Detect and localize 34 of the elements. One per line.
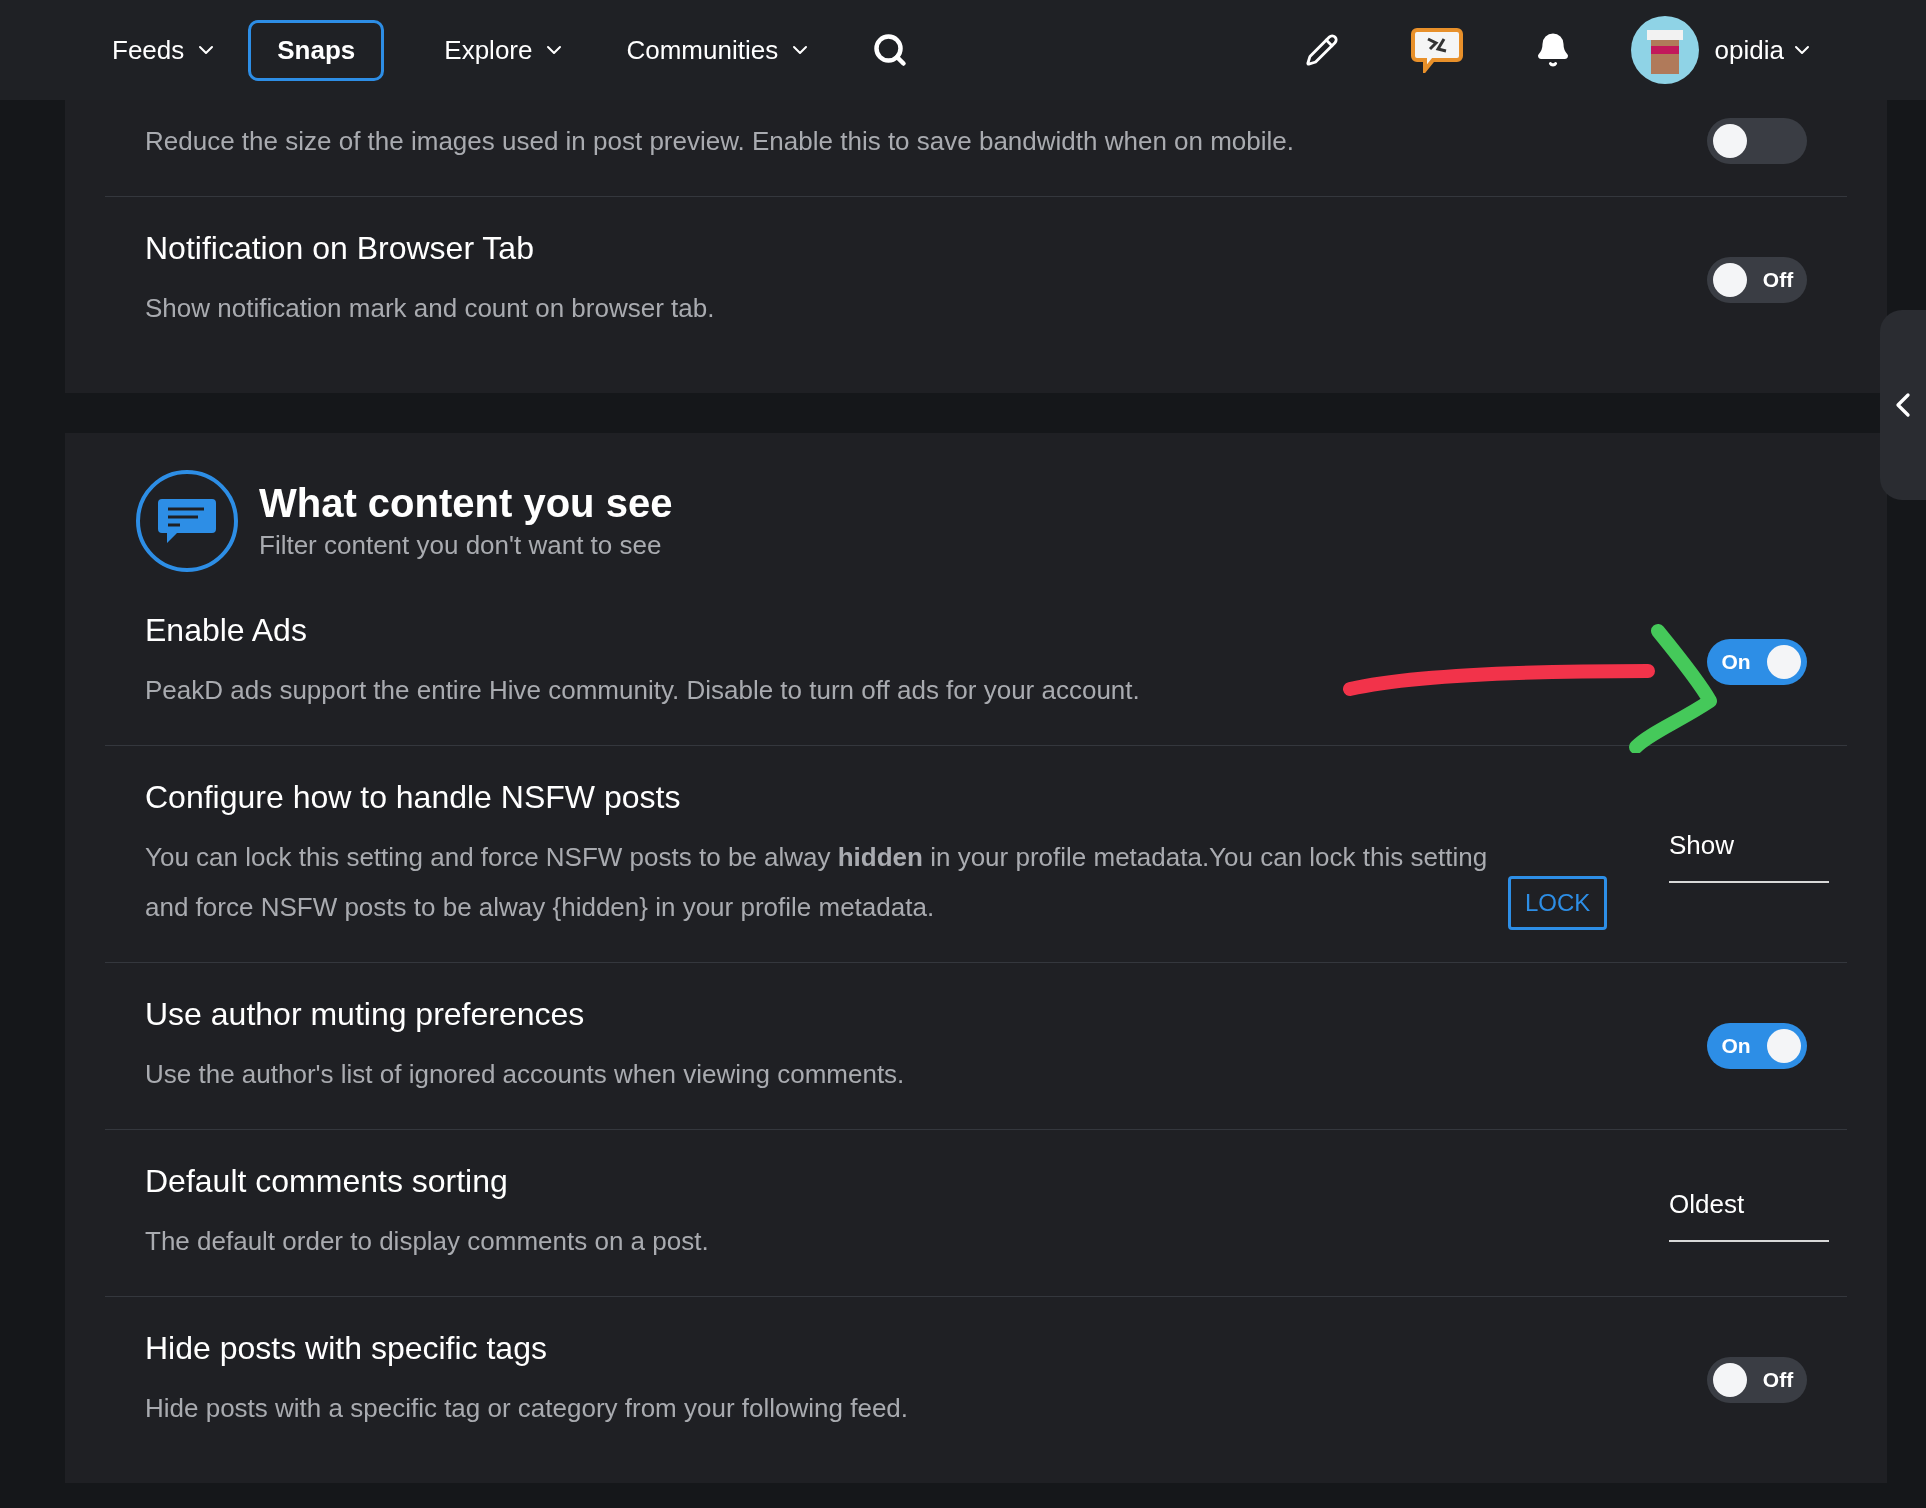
setting-description: PeakD ads support the entire Hive community. Disable to turn off ads for your account. [145, 674, 1140, 707]
chat-message-icon [135, 469, 239, 573]
write-button[interactable] [1304, 33, 1339, 67]
select-field[interactable]: Oldest [1669, 1184, 1829, 1242]
setting-description: The default order to display comments on a post. [145, 1225, 709, 1258]
section-subtitle: Filter content you don't want to see [259, 529, 663, 562]
search-button[interactable] [872, 32, 909, 68]
setting-description: Use the author's list of ignored accounts when viewing comments. [145, 1058, 905, 1091]
setting-title: Use author muting preferences [145, 995, 586, 1034]
chat-button[interactable] [1410, 27, 1463, 73]
toggle-switch[interactable]: Off [1707, 257, 1807, 303]
nav-item[interactable]: Feeds [112, 30, 219, 70]
nav-item[interactable]: Communities [626, 30, 813, 70]
toggle-switch[interactable] [1707, 118, 1807, 164]
toggle-switch[interactable]: Off [1707, 1357, 1807, 1403]
setting-title: Configure how to handle NSFW posts [145, 778, 682, 817]
setting-title: Default comments sorting [145, 1162, 509, 1201]
setting-title: Enable Ads [145, 611, 308, 650]
search-icon [872, 32, 909, 68]
lock-button[interactable]: LOCK [1508, 876, 1608, 930]
nav-item[interactable]: Explore [444, 30, 567, 70]
setting-description: Reduce the size of the images used in post preview. Enable this to save bandwidth when on mobile. [145, 125, 1295, 158]
setting-title: Hide posts with specific tags [145, 1329, 548, 1368]
select-field[interactable]: Show [1669, 825, 1829, 883]
setting-description: You can lock this setting and force NSFW posts to be alway hidden in your profile metadata.You can lock this setting and force NSFW posts to be alway {hidden} in your profile metadata. [145, 841, 1489, 924]
setting-description: Hide posts with a specific tag or category from your following feed. [145, 1392, 909, 1425]
user-menu[interactable]: opidia [1714, 30, 1814, 70]
setting-description: Show notification mark and count on browser tab. [145, 292, 715, 325]
section-title: What content you see [259, 480, 673, 527]
nav-item[interactable]: Snaps [248, 19, 385, 81]
user-avatar[interactable] [1630, 16, 1699, 84]
setting-title: Notification on Browser Tab [145, 229, 535, 268]
chat-bubble-icon [1410, 27, 1463, 73]
pencil-icon [1304, 33, 1339, 67]
